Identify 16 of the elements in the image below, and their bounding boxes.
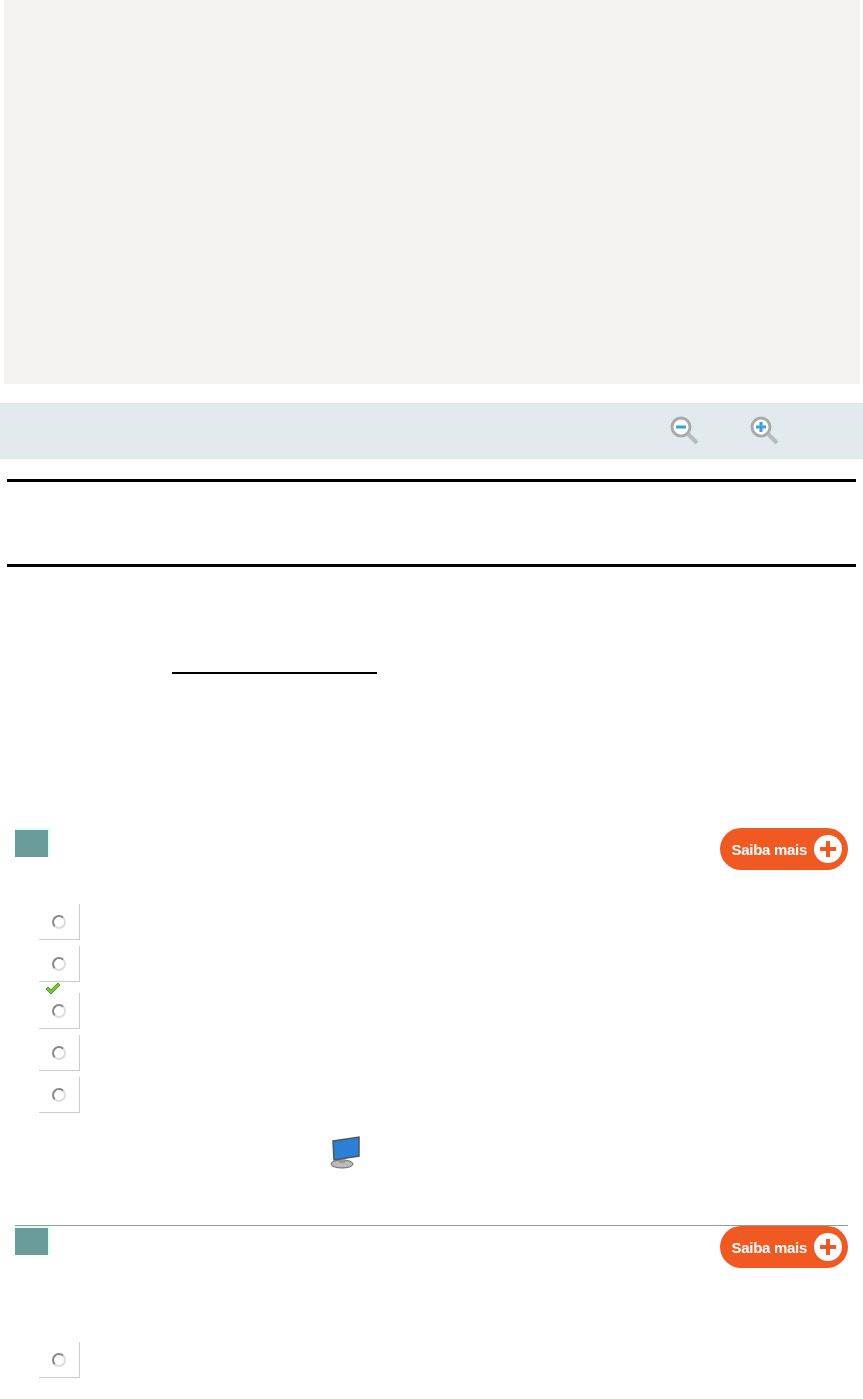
radio-button[interactable] — [52, 1003, 66, 1018]
plus-icon — [813, 1232, 843, 1262]
radio-button[interactable] — [52, 1045, 66, 1060]
radio-button[interactable] — [52, 914, 66, 929]
zoom-out-icon[interactable] — [669, 415, 701, 447]
radio-button[interactable] — [52, 1352, 66, 1367]
check-icon — [45, 983, 61, 995]
monitor-icon[interactable] — [328, 1135, 362, 1169]
radio-button[interactable] — [52, 1087, 66, 1102]
zoom-in-icon[interactable] — [749, 415, 781, 447]
question-marker — [15, 1226, 50, 1255]
learn-more-button[interactable]: Saiba mais — [719, 828, 848, 870]
learn-more-button[interactable]: Saiba mais — [719, 1226, 848, 1268]
question-marker — [15, 828, 50, 857]
plus-icon — [813, 834, 843, 864]
radio-button[interactable] — [52, 956, 66, 971]
